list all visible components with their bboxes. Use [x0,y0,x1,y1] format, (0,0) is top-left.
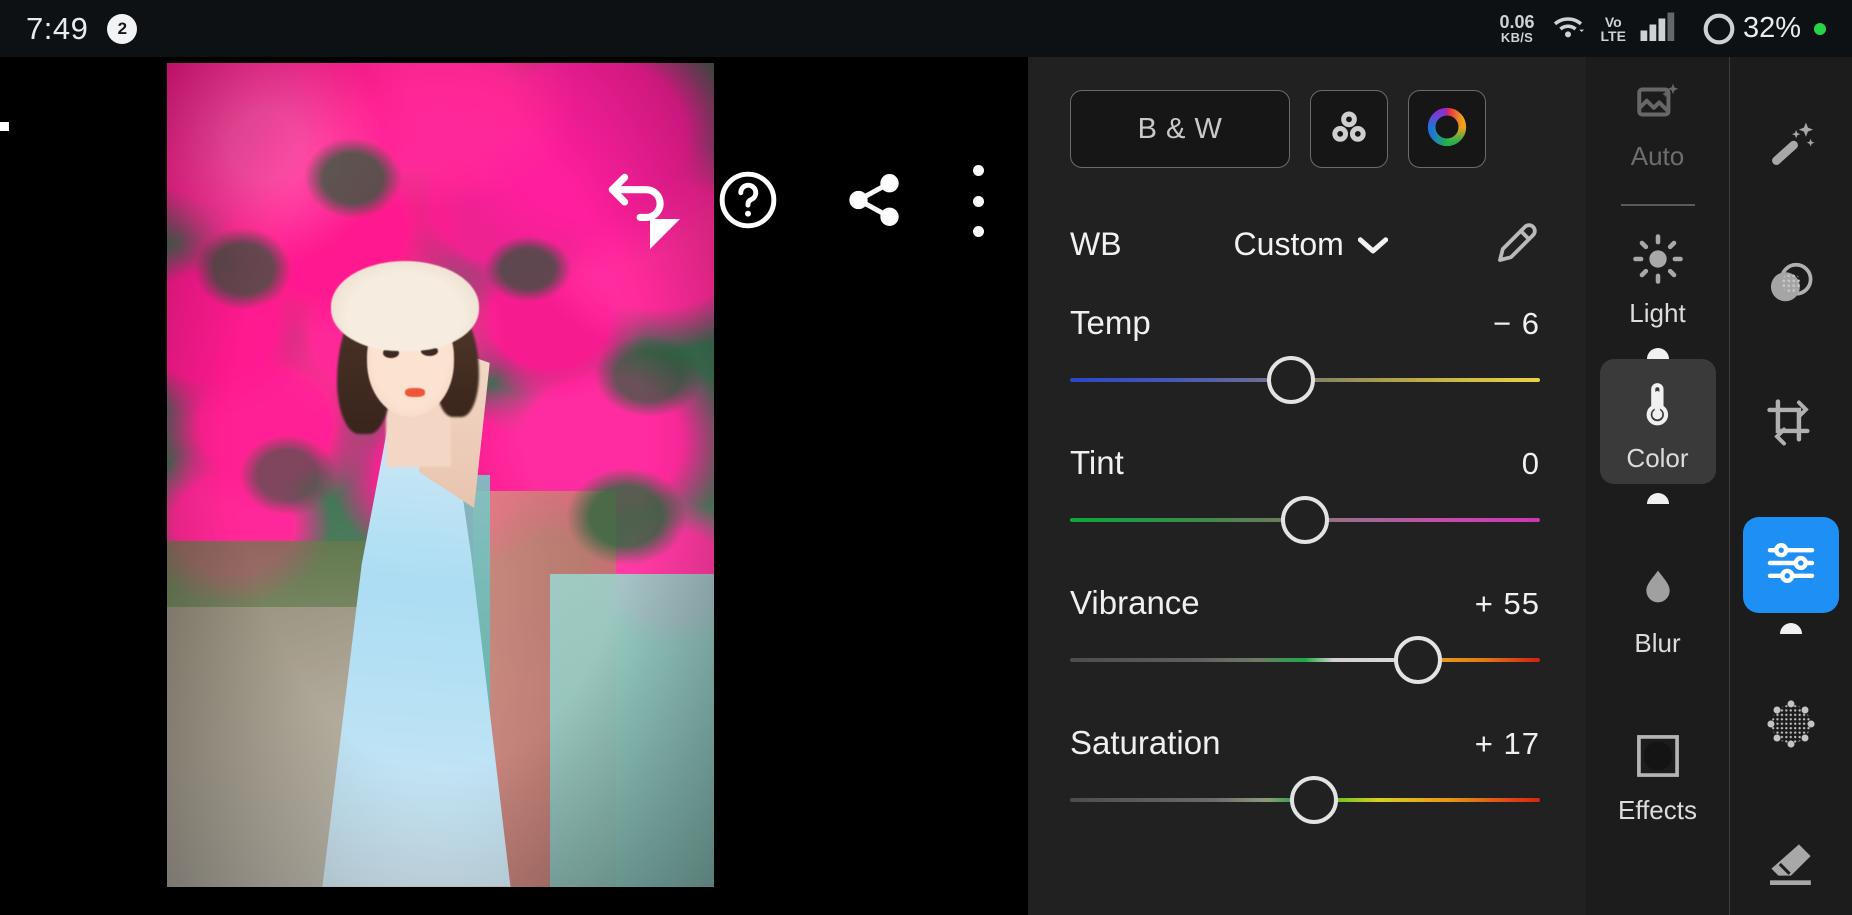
share-icon[interactable] [843,169,905,231]
category-auto[interactable]: Auto [1600,57,1716,182]
category-blur[interactable]: Blur [1600,544,1716,669]
category-color[interactable]: Color [1599,359,1716,484]
auto-enhance-icon [1633,71,1683,133]
color-mix-button[interactable] [1310,90,1388,168]
sun-icon [1632,228,1684,290]
battery-indicator: 32% [1700,10,1801,48]
tool-adjust-caret [1780,623,1802,634]
signal-bars-icon [1639,11,1687,46]
photo-wall-2 [549,573,714,887]
more-vertical-icon[interactable] [963,165,993,237]
network-speed-value: 0.06 [1499,12,1535,32]
slider-thumb[interactable] [1266,356,1315,404]
status-clock: 7:49 [26,10,89,46]
recording-dot-icon [1814,22,1826,35]
battery-ring-icon [1703,13,1735,44]
tool-adjust[interactable] [1743,517,1839,613]
category-light-caret [1646,348,1669,359]
crop-rotate-icon [1763,395,1819,456]
tool-blend[interactable] [1743,237,1839,333]
slider-track-area[interactable] [1070,772,1540,828]
bw-button[interactable]: B & W [1070,90,1290,168]
slider-value: − 6 [1493,306,1540,341]
wb-value-text: Custom [1233,225,1344,262]
slider-thumb[interactable] [1393,636,1442,684]
color-wheel-button[interactable] [1408,90,1486,168]
tool-eraser[interactable] [1743,818,1839,914]
category-color-caret [1646,493,1669,504]
tool-magic-wand[interactable] [1743,97,1839,193]
adjust-panel: B & W WB Custom Temp − 6 Tint 0 Vibrance… [1028,57,1586,915]
white-balance-row: WB Custom [1028,168,1586,268]
category-auto-label: Auto [1630,141,1685,171]
photo-hat [331,260,479,352]
slider-track [1070,658,1540,662]
slider-vibrance[interactable]: Vibrance + 55 [1028,584,1586,688]
slider-temp[interactable]: Temp − 6 [1028,304,1586,408]
battery-percent: 32% [1742,12,1801,44]
panel-top-row: B & W [1028,57,1586,168]
category-effects[interactable]: Effects [1600,711,1716,836]
help-question-icon[interactable] [717,169,779,231]
thermometer-icon [1632,373,1684,435]
slider-saturation[interactable]: Saturation + 17 [1028,724,1586,828]
slider-label: Tint [1070,444,1124,481]
blend-circles-icon [1763,255,1819,316]
slider-track-area[interactable] [1070,632,1540,688]
category-color-label: Color [1626,443,1689,473]
tool-crop-rotate[interactable] [1743,377,1839,473]
category-light[interactable]: Light [1600,214,1716,339]
category-effects-label: Effects [1617,795,1697,825]
slider-label: Vibrance [1070,584,1200,621]
slider-thumb[interactable] [1290,776,1339,824]
left-edge-marker [0,122,9,131]
droplet-icon [1633,558,1683,620]
magic-wand-icon [1763,115,1819,176]
status-bar: 7:49 2 0.06 KB/S Vo LTE 32% [0,0,1852,57]
rail-divider [1620,204,1695,206]
volte-line1: Vo [1604,13,1622,30]
color-mix-icon [1326,104,1372,155]
slider-tint[interactable]: Tint 0 [1028,444,1586,548]
eyedropper-button[interactable] [1492,220,1540,268]
volte-indicator: Vo LTE [1601,15,1626,43]
category-light-label: Light [1629,298,1686,328]
wb-dropdown[interactable]: Custom [1234,226,1388,263]
wifi-icon [1548,11,1588,46]
slider-value: + 55 [1474,586,1540,621]
chevron-down-icon [1357,226,1388,263]
redo-arrow-icon[interactable] [650,219,680,249]
slider-value: 0 [1521,446,1540,481]
slider-value: + 17 [1474,726,1540,761]
color-wheel-icon [1424,104,1470,155]
slider-track-area[interactable] [1070,352,1540,408]
wb-label: WB [1070,225,1122,262]
slider-thumb[interactable] [1281,496,1329,544]
network-speed: 0.06 KB/S [1500,13,1535,44]
adjust-sliders-icon [1763,535,1819,596]
photo-editor-screen: 7:49 2 0.06 KB/S Vo LTE 32% B & W WB Cus… [0,0,1852,915]
photo-lips [404,387,425,397]
eraser-icon [1763,836,1819,897]
notification-badge: 2 [107,13,138,44]
dotted-circle-icon [1763,696,1819,757]
network-speed-unit: KB/S [1500,30,1534,45]
category-rail: Auto Light Color Blur Effects [1586,57,1730,915]
category-blur-label: Blur [1634,628,1681,658]
slider-track-area[interactable] [1070,492,1540,548]
slider-label: Temp [1070,304,1151,341]
volte-line2: LTE [1600,27,1626,44]
tool-rail [1730,57,1852,915]
vignette-icon [1632,725,1684,787]
tool-spot-remove[interactable] [1743,678,1839,774]
slider-list: Temp − 6 Tint 0 Vibrance + 55 Saturation + 17 [1028,304,1586,828]
photo-canvas[interactable] [0,57,1028,915]
slider-label: Saturation [1070,724,1221,761]
status-icons: 0.06 KB/S Vo LTE 32% [1500,10,1826,48]
